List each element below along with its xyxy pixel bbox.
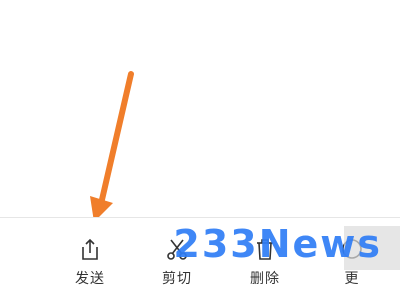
watermark-text: 233News <box>173 222 382 266</box>
send-button[interactable]: 发送 <box>60 236 120 288</box>
content-area <box>0 0 400 217</box>
more-label: 更 <box>344 271 360 287</box>
delete-label: 删除 <box>250 271 280 287</box>
send-label: 发送 <box>75 271 105 287</box>
share-icon <box>82 238 98 260</box>
cut-label: 剪切 <box>162 271 192 287</box>
